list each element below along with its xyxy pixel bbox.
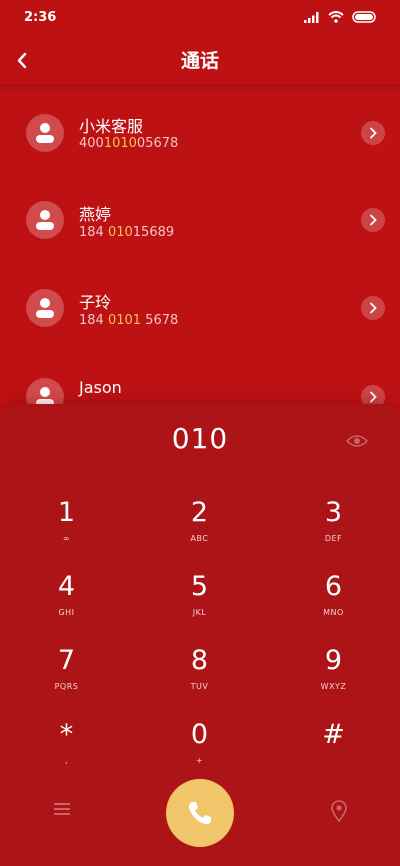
contact-item[interactable]: 燕婷 184 01015689 [0,174,400,258]
page-title: 通话 [180,50,219,72]
contact-item[interactable]: 小米客服 400101005678 [0,88,400,172]
key-9[interactable]: 9 WXYZ [267,646,400,720]
avatar [26,289,64,327]
key-digit: 8 [190,645,209,676]
person-icon [36,298,54,318]
avatar [26,201,64,239]
key-digit: 1 [57,497,76,528]
contact-name: 小米客服 [79,117,144,136]
contact-number: 184 0101 5678 [79,313,179,328]
phone-icon [189,802,211,825]
contact-name: Jason [79,378,122,397]
chevron-right-icon [370,214,377,226]
voicemail-icon: ∞ [62,534,71,543]
key-1[interactable]: 1 ∞ [0,498,133,572]
key-letters: + [195,756,204,765]
key-letters: PQRS [54,682,79,691]
key-digit: 0 [190,719,209,750]
contact-name: 燕婷 [79,205,112,224]
chevron-right-icon [370,127,377,139]
key-star[interactable]: * , [0,720,133,794]
dial-pad: 010 1 ∞ 2 ABC 3 DEF 4 GHI 5 JKL 6 MNO 7 … [0,404,400,866]
key-letters: ABC [190,534,209,543]
contact-detail-button[interactable] [361,121,385,145]
key-digit: 3 [324,497,343,528]
contact-detail-button[interactable] [361,296,385,320]
key-letters: WXYZ [320,682,347,691]
key-digit: 6 [324,571,343,602]
key-letters: DEF [324,534,343,543]
key-2[interactable]: 2 ABC [133,498,266,572]
visibility-icon[interactable] [346,434,368,448]
key-4[interactable]: 4 GHI [0,572,133,646]
wifi-icon [328,11,344,23]
contact-item[interactable]: 子玲 184 0101 5678 [0,262,400,346]
key-digit: * [59,719,74,750]
contact-detail-button[interactable] [361,208,385,232]
key-letters: JKL [192,608,207,617]
key-8[interactable]: 8 TUV [133,646,266,720]
avatar [26,114,64,152]
key-digit: 7 [57,645,76,676]
contact-number: 184 01015689 [79,225,175,240]
contact-number: 400101005678 [79,136,179,151]
key-6[interactable]: 6 MNO [267,572,400,646]
signal-icon [304,11,319,23]
chevron-right-icon [370,391,377,403]
app-header: 通话 [0,36,400,88]
contact-name: 子玲 [79,293,112,312]
key-letters: TUV [190,682,209,691]
key-letters: GHI [58,608,75,617]
status-time: 2:36 [24,10,57,25]
call-button[interactable] [166,779,234,847]
key-digit: # [322,719,345,750]
menu-icon[interactable] [54,802,70,816]
pin-icon[interactable] [330,800,348,822]
key-5[interactable]: 5 JKL [133,572,266,646]
key-digit: 2 [190,497,209,528]
status-icons [304,11,378,23]
dialed-number: 010 [171,422,229,455]
key-letters: MNO [323,608,344,617]
battery-icon [352,11,376,23]
key-7[interactable]: 7 PQRS [0,646,133,720]
key-letters: , [64,756,69,765]
key-digit: 5 [190,571,209,602]
chevron-right-icon [370,302,377,314]
person-icon [36,123,54,143]
key-3[interactable]: 3 DEF [267,498,400,572]
key-digit: 4 [57,571,76,602]
key-hash[interactable]: # [267,720,400,794]
status-bar: 2:36 [0,0,400,36]
person-icon [36,210,54,230]
contact-suggestions-list: 小米客服 400101005678 燕婷 184 01015689 子玲 184… [0,88,400,428]
key-digit: 9 [324,645,343,676]
